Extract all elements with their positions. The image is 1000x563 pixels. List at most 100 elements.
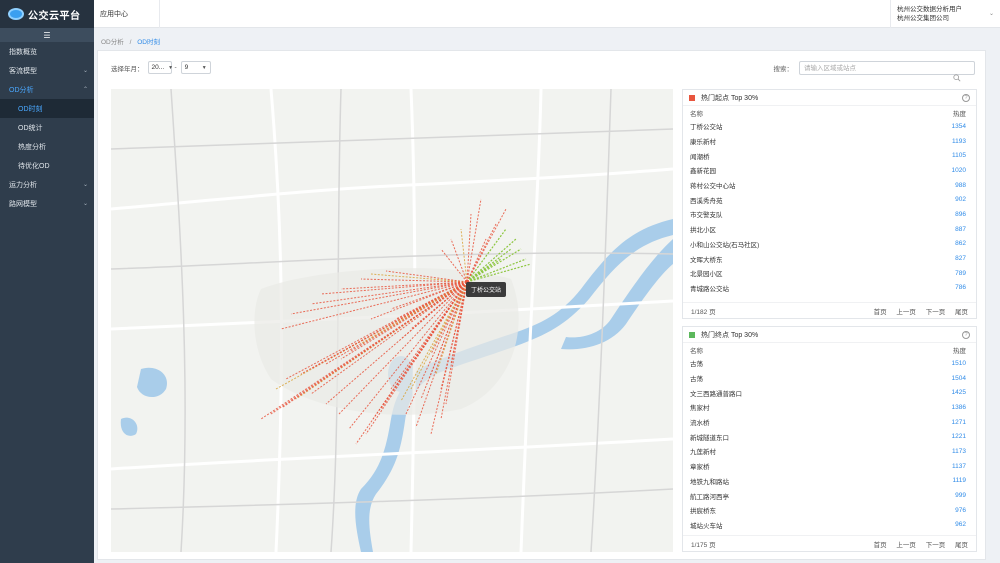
row-heat: 789 [955, 269, 966, 277]
sidebar-item-od-optimize[interactable]: 待优化OD [0, 156, 94, 175]
table-row[interactable]: 小和山公交站(石马社区) 862 [683, 237, 976, 252]
table-row[interactable]: 青城路公交站 786 [683, 281, 976, 296]
search-icon[interactable] [953, 74, 961, 82]
origins-title: 热门起点 Top 30% [701, 94, 759, 102]
origin-marker-icon [689, 94, 695, 101]
month-select[interactable]: 9 ▼ [180, 61, 211, 74]
table-row[interactable]: 鑫新花园 1020 [683, 163, 976, 178]
table-row[interactable]: 章家桥 1137 [683, 459, 976, 474]
table-row[interactable]: 九莲新村 1173 [683, 444, 976, 459]
row-name: 市交警支队 [690, 212, 723, 220]
sidebar-item-od-stats[interactable]: OD统计 [0, 118, 94, 137]
menu-icon: ☰ [43, 30, 51, 40]
help-icon[interactable]: ? [962, 94, 970, 102]
first-page-link[interactable]: 首页 [874, 309, 887, 316]
last-page-link[interactable]: 尾页 [955, 309, 968, 316]
row-name: 流水桥 [690, 420, 710, 428]
sidebar-item-passenger-model[interactable]: 客流模型 ⌄ [0, 61, 94, 80]
table-row[interactable]: 拱宸桥东 976 [683, 503, 976, 518]
table-row[interactable]: 文晖大桥东 827 [683, 251, 976, 266]
sidebar-item-label: 指数概览 [9, 48, 37, 56]
sidebar-item-od-time[interactable]: OD时刻 [0, 99, 94, 118]
row-heat: 1105 [952, 152, 966, 160]
table-row[interactable]: 文三西路通普路口 1425 [683, 385, 976, 400]
table-row[interactable]: 蒋村公交中心站 988 [683, 178, 976, 193]
origins-pagination: 1/182 页 首页 上一页 下一页 尾页 [683, 302, 976, 318]
row-name: 文三西路通普路口 [690, 390, 742, 398]
row-name: 拱宸桥东 [690, 508, 716, 516]
search-label: 搜索： [773, 66, 794, 73]
table-row[interactable]: 地铁九和路站 1119 [683, 474, 976, 489]
row-heat: 999 [955, 492, 966, 500]
sidebar-item-label: 客流模型 [9, 67, 37, 75]
prev-page-link[interactable]: 上一页 [896, 542, 916, 549]
origins-table-header: 热门起点 Top 30% ? [683, 90, 976, 106]
sidebar-collapse-toggle[interactable]: ☰ [0, 28, 94, 42]
chevron-down-icon: ⌄ [82, 182, 88, 188]
row-heat: 1354 [951, 122, 966, 130]
row-name: 城站火车站 [690, 522, 723, 530]
next-page-link[interactable]: 下一页 [926, 542, 946, 549]
table-row[interactable]: 北景园小区 789 [683, 266, 976, 281]
row-heat: 1504 [951, 374, 966, 382]
user-name: 杭州公交数据分析用户 [897, 6, 962, 13]
destinations-column-headers: 名称 热度 [683, 343, 976, 356]
user-org: 杭州公交集团公司 [897, 15, 949, 22]
table-row[interactable]: 新城隧道东口 1221 [683, 429, 976, 444]
row-heat: 862 [955, 240, 966, 248]
row-heat: 1173 [952, 447, 966, 455]
help-icon[interactable]: ? [962, 331, 970, 339]
sidebar-item-heat-analysis[interactable]: 热度分析 [0, 137, 94, 156]
search-area: 搜索： [773, 61, 975, 82]
breadcrumb-current: OD时刻 [137, 39, 160, 46]
table-row[interactable]: 闻潮桥 1105 [683, 148, 976, 163]
row-name: 航工路河西亭 [690, 493, 729, 501]
sidebar-item-index-overview[interactable]: 指数概览 [0, 42, 94, 61]
row-name: 闻潮桥 [690, 153, 710, 161]
user-menu[interactable]: 杭州公交数据分析用户 杭州公交集团公司 ⌄ [890, 0, 1000, 28]
sidebar-item-road-network[interactable]: 路网模型 ⌄ [0, 194, 94, 213]
table-row[interactable]: 焦家村 1386 [683, 400, 976, 415]
logo[interactable]: 公交云平台 [0, 0, 94, 28]
row-name: 康乐新村 [690, 139, 716, 147]
year-select[interactable]: 20... ▼ [147, 61, 173, 74]
map-tooltip: 丁桥公交站 [466, 282, 507, 297]
table-row[interactable]: 西溪秀舟苑 902 [683, 192, 976, 207]
row-name: 地铁九和路站 [690, 478, 729, 486]
last-page-link[interactable]: 尾页 [955, 542, 968, 549]
page-info: 1/175 页 [691, 541, 716, 549]
od-flow-map[interactable]: 丁桥公交站 [111, 89, 673, 552]
row-name: 北景园小区 [690, 271, 723, 279]
chevron-down-icon: ⌄ [82, 201, 88, 207]
table-row[interactable]: 城站火车站 962 [683, 518, 976, 533]
table-row[interactable]: 古荡 1510 [683, 356, 976, 371]
app-center-link[interactable]: 应用中心 [94, 0, 160, 28]
breadcrumb-parent[interactable]: OD分析 [101, 39, 124, 46]
prev-page-link[interactable]: 上一页 [896, 309, 916, 316]
search-input[interactable] [799, 61, 975, 75]
date-filter: 选择年月： 20... ▼ - 9 ▼ [111, 61, 211, 74]
col-heat: 热度 [953, 347, 966, 355]
logo-text: 公交云平台 [28, 10, 81, 22]
sidebar-item-od-analysis[interactable]: OD分析 ⌃ [0, 80, 94, 99]
row-heat: 1020 [951, 166, 966, 174]
sidebar-item-capacity-analysis[interactable]: 运力分析 ⌄ [0, 175, 94, 194]
first-page-link[interactable]: 首页 [874, 542, 887, 549]
row-name: 小和山公交站(石马社区) [690, 241, 760, 249]
col-name: 名称 [690, 110, 703, 118]
next-page-link[interactable]: 下一页 [926, 309, 946, 316]
row-name: 古荡 [690, 361, 703, 369]
sidebar-item-label: 热度分析 [18, 143, 46, 151]
table-row[interactable]: 康乐新村 1193 [683, 134, 976, 149]
row-name: 九莲新村 [690, 449, 716, 457]
table-row[interactable]: 市交警支队 896 [683, 207, 976, 222]
row-name: 青城路公交站 [690, 285, 729, 293]
row-heat: 1386 [951, 403, 966, 411]
table-row[interactable]: 拱北小区 887 [683, 222, 976, 237]
row-name: 古荡 [690, 376, 703, 384]
table-row[interactable]: 航工路河西亭 999 [683, 488, 976, 503]
table-row[interactable]: 古荡 1504 [683, 371, 976, 386]
table-row[interactable]: 丁桥公交站 1354 [683, 119, 976, 134]
pager: 首页 上一页 下一页 尾页 [866, 306, 968, 316]
table-row[interactable]: 流水桥 1271 [683, 415, 976, 430]
